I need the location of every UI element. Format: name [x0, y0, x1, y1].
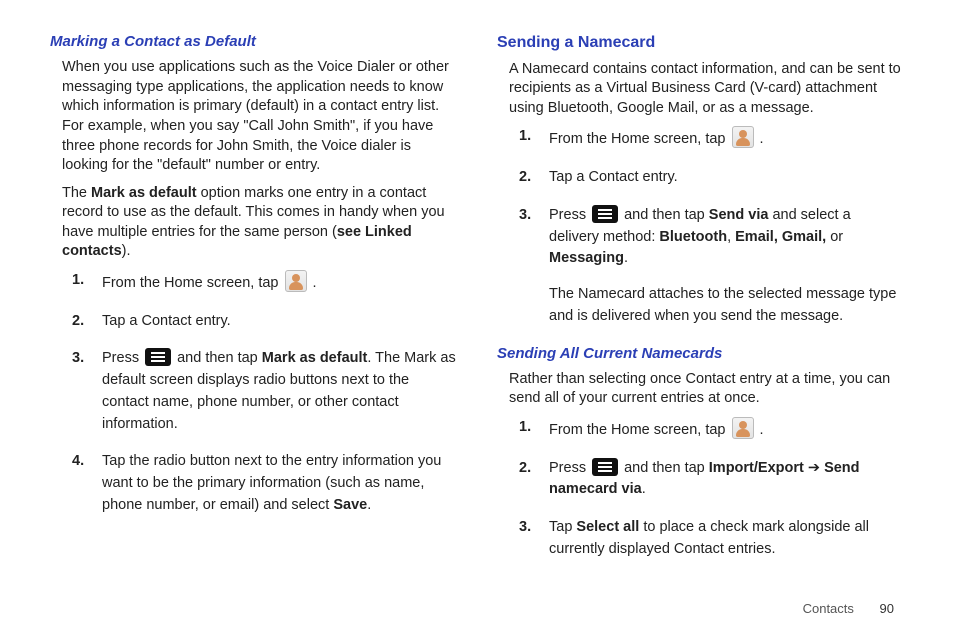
text: and then tap — [173, 350, 262, 366]
text: . — [642, 481, 646, 497]
text: Press — [549, 207, 590, 223]
menu-icon — [592, 205, 618, 223]
text: From the Home screen, tap — [549, 131, 730, 147]
text: . — [367, 497, 371, 513]
bold-mark-as-default: Mark as default — [91, 185, 197, 201]
bold-send-via: Send via — [709, 207, 769, 223]
bold-bluetooth: Bluetooth — [659, 229, 727, 245]
steps-left: 1. From the Home screen, tap . 2. Tap a … — [72, 270, 457, 517]
step-1: 1. From the Home screen, tap . — [72, 270, 457, 295]
text: From the Home screen, tap — [549, 422, 730, 438]
step-1: 1. From the Home screen, tap . — [519, 417, 904, 442]
step-1: 1. From the Home screen, tap . — [519, 126, 904, 151]
text: or — [826, 229, 843, 245]
text: From the Home screen, tap — [102, 275, 283, 291]
text: . — [756, 131, 764, 147]
step-number: 2. — [519, 167, 531, 189]
text: . — [624, 250, 628, 266]
text: , — [727, 229, 735, 245]
step-number: 1. — [72, 270, 84, 292]
text: Tap a Contact entry. — [102, 313, 231, 329]
step-number: 2. — [519, 458, 531, 480]
step-2: 2. Press and then tap Import/Export ➔ Se… — [519, 458, 904, 502]
step-number: 3. — [519, 517, 531, 539]
bold-email-gmail: Email, Gmail, — [735, 229, 826, 245]
step-3: 3. Press and then tap Mark as default. T… — [72, 348, 457, 435]
step-2: 2. Tap a Contact entry. — [72, 311, 457, 333]
step-3: 3. Tap Select all to place a check mark … — [519, 517, 904, 561]
text: and then tap — [620, 207, 709, 223]
left-column: Marking a Contact as Default When you us… — [50, 32, 457, 577]
steps-namecard: 1. From the Home screen, tap . 2. Tap a … — [519, 126, 904, 327]
menu-icon — [592, 458, 618, 476]
step-number: 1. — [519, 126, 531, 148]
page-number: 90 — [880, 601, 894, 616]
contacts-icon — [732, 126, 754, 148]
para-all-intro: Rather than selecting once Contact entry… — [509, 370, 904, 409]
bold-select-all: Select all — [576, 519, 639, 535]
heading-sending-namecard: Sending a Namecard — [497, 32, 904, 54]
contacts-icon — [732, 417, 754, 439]
steps-all-namecards: 1. From the Home screen, tap . 2. Press … — [519, 417, 904, 561]
arrow-icon: ➔ — [804, 460, 824, 476]
heading-sending-all: Sending All Current Namecards — [497, 344, 904, 364]
step-4: 4. Tap the radio button next to the entr… — [72, 451, 457, 516]
para-attaches: The Namecard attaches to the selected me… — [549, 284, 904, 328]
text: Press — [102, 350, 143, 366]
right-column: Sending a Namecard A Namecard contains c… — [497, 32, 904, 577]
step-number: 4. — [72, 451, 84, 473]
text: The — [62, 185, 91, 201]
bold-messaging: Messaging — [549, 250, 624, 266]
step-number: 1. — [519, 417, 531, 439]
page-footer: Contacts 90 — [803, 600, 894, 618]
para-mark-as-default: The Mark as default option marks one ent… — [62, 184, 457, 262]
page-body: Marking a Contact as Default When you us… — [0, 0, 954, 587]
bold-save: Save — [333, 497, 367, 513]
bold-mark-as-default: Mark as default — [262, 350, 368, 366]
step-number: 3. — [72, 348, 84, 370]
step-number: 3. — [519, 205, 531, 227]
text: and then tap — [620, 460, 709, 476]
step-number: 2. — [72, 311, 84, 333]
text: Tap — [549, 519, 576, 535]
heading-marking-default: Marking a Contact as Default — [50, 32, 457, 52]
text: . — [756, 422, 764, 438]
text: Press — [549, 460, 590, 476]
step-2: 2. Tap a Contact entry. — [519, 167, 904, 189]
text: ). — [122, 243, 131, 259]
menu-icon — [145, 348, 171, 366]
footer-section: Contacts — [803, 601, 854, 616]
bold-import-export: Import/Export — [709, 460, 804, 476]
text: . — [309, 275, 317, 291]
text: Tap the radio button next to the entry i… — [102, 453, 441, 513]
text: Tap a Contact entry. — [549, 169, 678, 185]
contacts-icon — [285, 270, 307, 292]
para-namecard-intro: A Namecard contains contact information,… — [509, 60, 904, 119]
para-intro: When you use applications such as the Vo… — [62, 58, 457, 175]
step-3: 3. Press and then tap Send via and selec… — [519, 205, 904, 328]
